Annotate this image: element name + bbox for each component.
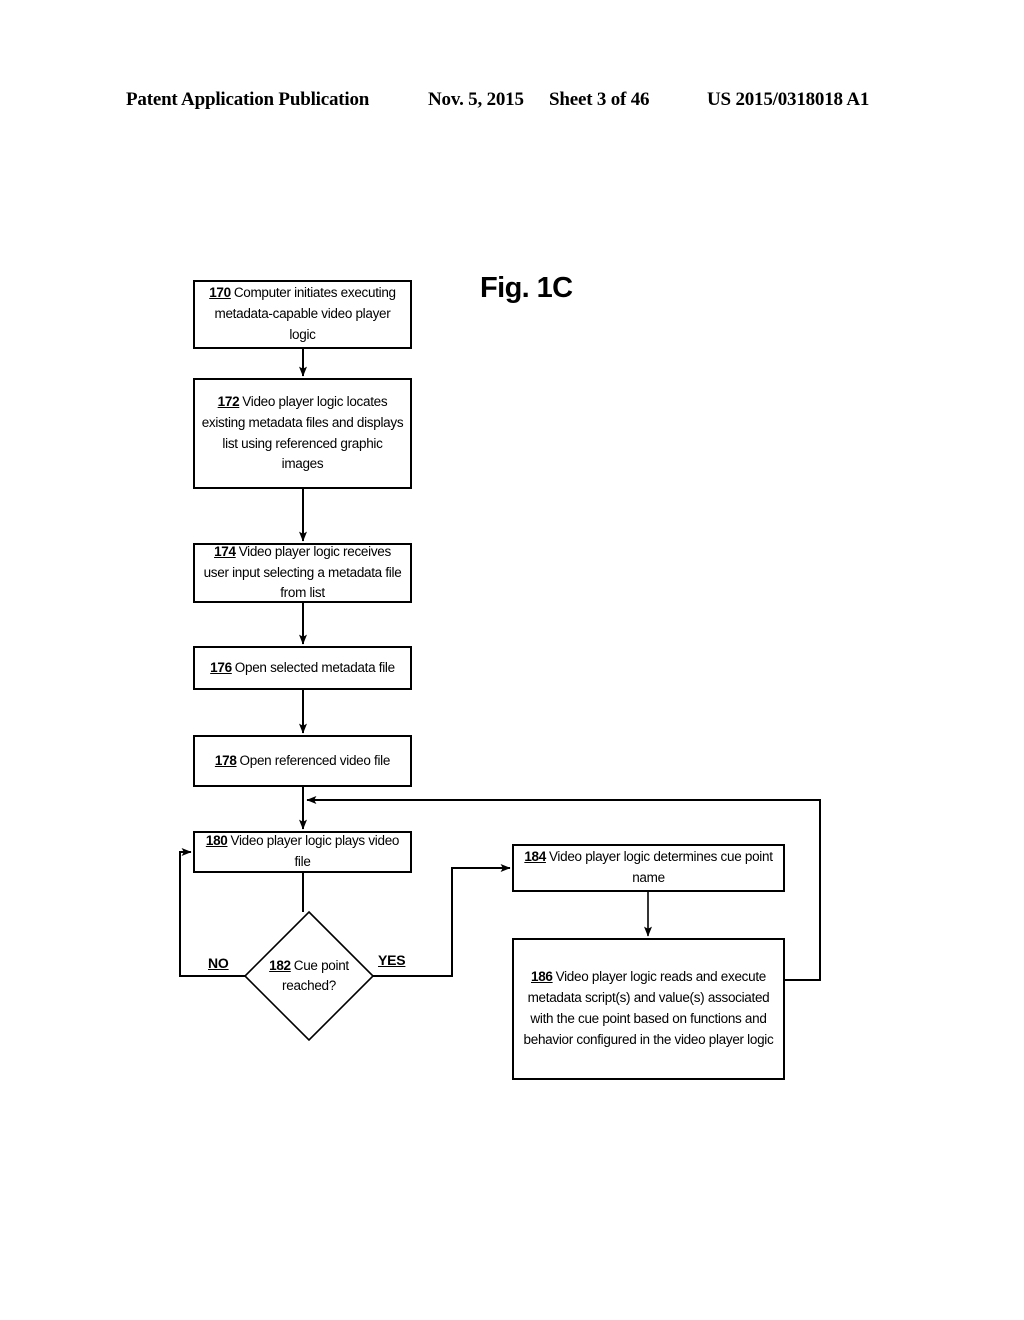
- node-178-text: Open referenced video file: [239, 752, 391, 768]
- flow-node-176: 176 Open selected metadata file: [193, 646, 412, 690]
- flowchart-figure: Fig. 1C 170 Computer initiates executing …: [0, 0, 1024, 1320]
- node-186-ref: 186: [531, 969, 553, 985]
- node-184-ref: 184: [524, 849, 546, 865]
- flowchart-connectors: [179, 349, 821, 1042]
- flow-node-172: 172 Video player logic locates existing m…: [193, 378, 412, 489]
- flow-node-184: 184 Video player logic determines cue poi…: [512, 844, 785, 892]
- node-182-ref: 182: [269, 957, 291, 973]
- flow-node-178: 178 Open referenced video file: [193, 735, 412, 787]
- node-170-ref: 170: [209, 285, 231, 301]
- node-174-ref: 174: [214, 543, 236, 559]
- node-180-ref: 180: [205, 833, 228, 849]
- flow-node-186: 186 Video player logic reads and execute …: [512, 938, 785, 1080]
- figure-title: Fig. 1C: [480, 272, 573, 304]
- node-176-text: Open selected metadata file: [234, 659, 395, 675]
- edge-label-no: NO: [208, 955, 229, 971]
- flow-node-170: 170 Computer initiates executing metadata…: [193, 280, 412, 349]
- node-178-ref: 178: [214, 752, 237, 768]
- node-186-text: Video player logic reads and execute met…: [523, 969, 774, 1047]
- flow-node-180: 180 Video player logic plays video file: [193, 831, 412, 873]
- node-184-text: Video player logic determines cue point …: [548, 849, 773, 885]
- flow-node-174: 174 Video player logic receives user inpu…: [193, 543, 412, 603]
- node-170-text: Computer initiates executing metadata-ca…: [214, 285, 397, 342]
- edge-label-yes: YES: [378, 952, 406, 968]
- node-182-text: Cue point reached?: [282, 957, 349, 993]
- decision-182-label: 182 Cue point reached?: [245, 912, 373, 1040]
- node-176-ref: 176: [210, 659, 232, 675]
- flow-node-182: 182 Cue point reached?: [245, 912, 373, 1040]
- node-172-ref: 172: [217, 393, 240, 409]
- node-180-text: Video player logic plays video file: [230, 833, 400, 869]
